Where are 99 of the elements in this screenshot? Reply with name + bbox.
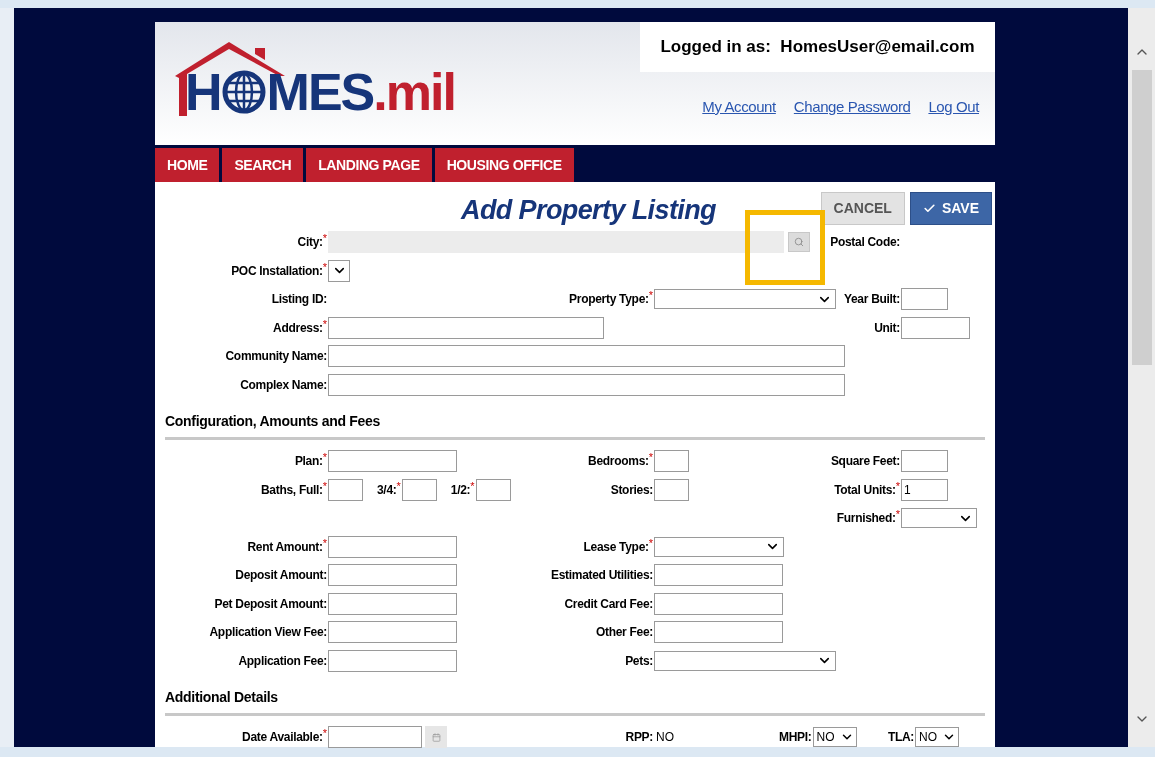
field-label: Listing ID: — [271, 291, 327, 309]
required-mark: * — [470, 480, 475, 491]
required-mark: * — [322, 318, 327, 329]
field-label: Square Feet: — [830, 453, 900, 471]
field-label: Unit: — [874, 319, 900, 337]
scrollbar[interactable] — [1128, 8, 1155, 747]
input-field[interactable] — [901, 288, 948, 311]
city-field[interactable] — [328, 231, 784, 254]
logo-text: H — [185, 66, 221, 118]
search-button[interactable] — [788, 232, 810, 253]
required-mark: * — [396, 480, 401, 491]
input-field[interactable] — [328, 316, 604, 339]
field-label: Bedrooms: — [588, 454, 649, 471]
field-label: Date Available: — [242, 730, 323, 747]
nav-tab[interactable]: SEARCH — [222, 148, 304, 182]
logo-suffix: .mil — [373, 66, 455, 118]
field-label: MHPI: — [779, 729, 812, 747]
input-field[interactable] — [901, 450, 948, 473]
logged-in-text: Logged in as: HomesUser@email.com — [660, 36, 975, 59]
input-field[interactable] — [328, 345, 845, 368]
field-value: NO — [656, 729, 674, 747]
field-label: Property Type: — [569, 292, 649, 309]
field-label: 3/4: — [377, 481, 397, 499]
input-field[interactable] — [654, 450, 689, 473]
cancel-button[interactable]: CANCEL — [820, 191, 905, 225]
field-label: Other Fee: — [596, 624, 653, 642]
required-mark: * — [322, 728, 327, 739]
field-label: Application Fee: — [238, 652, 327, 670]
input-field[interactable] — [328, 621, 457, 644]
required-mark: * — [895, 480, 900, 491]
nav-tab[interactable]: HOUSING OFFICE — [434, 148, 574, 182]
input-field[interactable] — [654, 621, 783, 644]
dropdown[interactable]: NO — [915, 727, 959, 748]
field-label: Address: — [273, 319, 323, 337]
required-mark: * — [322, 452, 327, 463]
logo[interactable]: H MES.mil — [175, 40, 465, 120]
field-label: Credit Card Fee: — [564, 595, 653, 613]
calendar-button[interactable] — [425, 726, 447, 749]
field-label: Plan: — [294, 454, 323, 471]
required-mark: * — [322, 261, 327, 272]
section-heading: Additional Details — [165, 689, 278, 705]
calendar-icon — [431, 732, 441, 742]
field-label: Community Name: — [225, 348, 327, 366]
page-title: Add Property Listing — [461, 194, 716, 227]
field-label: Pet Deposit Amount: — [214, 595, 327, 613]
field-label: Year Built: — [843, 291, 900, 309]
save-button[interactable]: SAVE — [909, 191, 992, 225]
input-field[interactable]: 1 — [901, 478, 948, 501]
field-label: POC Installation: — [231, 262, 323, 280]
section-heading: Configuration, Amounts and Fees — [165, 413, 380, 429]
field-label: Baths, Full: — [261, 481, 323, 499]
input-field[interactable] — [654, 564, 783, 587]
globe-icon — [221, 70, 266, 114]
header-link[interactable]: Log Out — [928, 96, 979, 119]
field-label: Total Units: — [834, 481, 896, 499]
input-field[interactable] — [328, 592, 457, 615]
scroll-thumb[interactable] — [1131, 70, 1152, 365]
input-field[interactable] — [328, 535, 457, 558]
header-link[interactable]: My Account — [702, 96, 776, 119]
input-field[interactable] — [475, 478, 511, 501]
field-label: City: — [297, 235, 323, 252]
input-field[interactable] — [654, 592, 783, 615]
field-label: Application View Fee: — [209, 624, 327, 642]
field-label: Pets: — [625, 652, 653, 670]
dropdown[interactable]: NO — [812, 727, 857, 748]
field-label: RPP: — [625, 729, 653, 747]
required-mark: * — [648, 452, 653, 463]
field-label: 1/2: — [450, 481, 471, 499]
field-label: Rent Amount: — [247, 538, 323, 556]
logo-text: MES — [266, 66, 374, 118]
input-field[interactable] — [401, 478, 437, 501]
input-field[interactable] — [328, 373, 845, 396]
required-mark: * — [322, 537, 327, 548]
date-field[interactable] — [328, 726, 422, 749]
field-label: TLA: — [887, 729, 914, 747]
required-mark: * — [322, 480, 327, 491]
check-icon — [922, 201, 936, 215]
field-label: Postal Code: — [830, 234, 900, 252]
required-mark: * — [322, 233, 327, 244]
input-field[interactable] — [328, 564, 457, 587]
search-icon — [794, 237, 804, 248]
required-mark: * — [648, 537, 653, 548]
input-field[interactable] — [328, 649, 457, 672]
required-mark: * — [648, 290, 653, 301]
input-field[interactable] — [328, 478, 363, 501]
input-field[interactable] — [901, 316, 970, 339]
nav-tab[interactable]: LANDING PAGE — [306, 148, 432, 182]
field-label: Deposit Amount: — [235, 567, 327, 585]
nav-tab[interactable]: HOME — [155, 148, 220, 182]
field-label: Lease Type: — [583, 538, 649, 556]
input-field[interactable] — [654, 478, 689, 501]
field-label: Estimated Utilities: — [550, 567, 653, 585]
input-field[interactable] — [328, 450, 457, 473]
header-link[interactable]: Change Password — [793, 96, 911, 119]
required-mark: * — [895, 509, 900, 520]
field-label: Complex Name: — [240, 376, 327, 394]
field-label: Stories: — [610, 481, 653, 499]
field-label: Furnished: — [836, 511, 896, 528]
dropdown[interactable] — [328, 259, 350, 282]
